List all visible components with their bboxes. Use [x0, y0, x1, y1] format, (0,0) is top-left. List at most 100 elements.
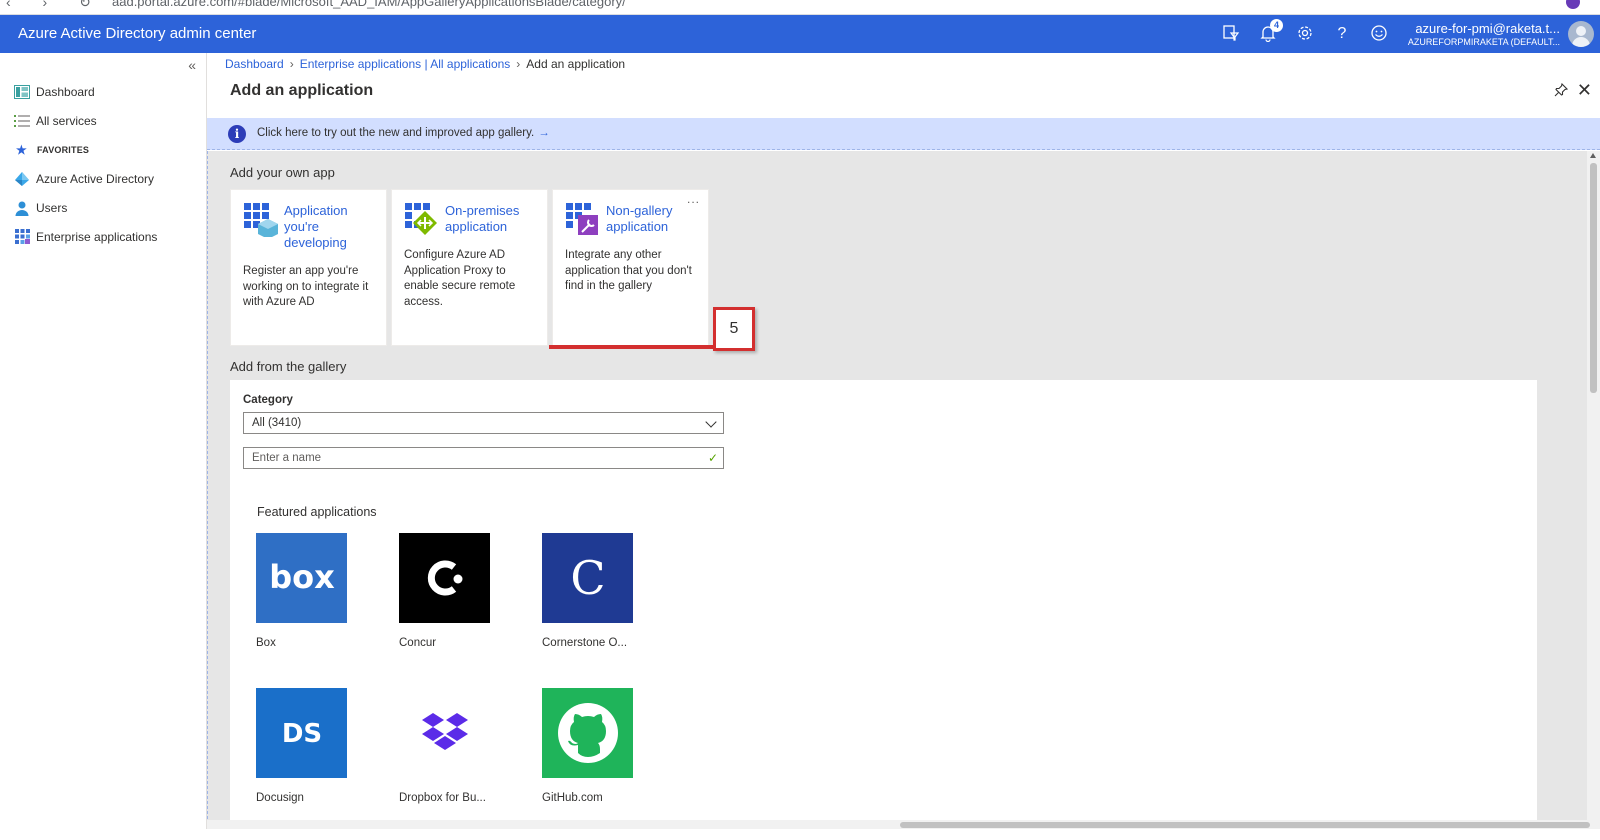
card-application-developing[interactable]: Application you're developing Register a…	[230, 189, 387, 346]
scrollbar-thumb[interactable]	[1590, 163, 1597, 393]
info-banner-text[interactable]: Click here to try out the new and improv…	[257, 127, 550, 139]
arrow-right-icon: →	[538, 127, 550, 139]
svg-text:C: C	[570, 551, 605, 605]
app-name: Cornerstone O...	[542, 637, 628, 649]
own-app-heading: Add your own app	[230, 165, 335, 180]
app-name: GitHub.com	[542, 792, 603, 804]
info-banner-link[interactable]: Click here to try out the new and improv…	[257, 127, 534, 139]
chevron-right-icon: ›	[516, 57, 521, 71]
card-non-gallery-application[interactable]: ... Non-gallery application Integrate an…	[552, 189, 709, 346]
app-registration-icon	[244, 203, 278, 239]
account-info[interactable]: azure-for-pmi@raketa.t... AZUREFORPMIRAK…	[1408, 21, 1560, 47]
scroll-up-icon[interactable]	[1590, 153, 1596, 158]
svg-text:DS: DS	[281, 719, 321, 749]
docusign-logo-icon: DS	[256, 688, 347, 778]
star-icon: ★	[16, 142, 27, 157]
sidebar-item-enterprise-applications[interactable]: Enterprise applications	[0, 222, 206, 251]
card-description: Integrate any other application that you…	[565, 249, 692, 292]
help-icon[interactable]: ?	[1332, 24, 1352, 44]
highlight-underline	[549, 345, 714, 349]
content-area: Add your own app Application you're deve…	[207, 151, 1600, 840]
app-tile-github[interactable]: GitHub.com	[542, 688, 637, 804]
chevron-right-icon: ›	[289, 57, 294, 71]
step-callout: 5	[713, 307, 755, 351]
page-title: Add an application	[230, 82, 374, 99]
browser-extensions	[1544, 0, 1580, 9]
non-gallery-app-icon	[566, 203, 598, 235]
cornerstone-logo-icon: C	[542, 533, 633, 623]
info-banner[interactable]: i Click here to try out the new and impr…	[207, 118, 1600, 150]
dropbox-logo-icon	[399, 688, 490, 778]
account-email: azure-for-pmi@raketa.t...	[1415, 21, 1560, 36]
gallery-panel: Category All (3410) Enter a name ✓ Featu…	[230, 380, 1537, 840]
address-bar[interactable]: aad.portal.azure.com/#blade/Microsoft_AA…	[112, 0, 626, 9]
app-tile-dropbox[interactable]: Dropbox for Bu...	[399, 688, 494, 804]
sidebar-item-label: Dashboard	[36, 84, 95, 99]
aad-icon	[14, 171, 30, 187]
pin-icon[interactable]	[1554, 82, 1569, 100]
app-tile-box[interactable]: box Box	[256, 533, 351, 649]
card-title[interactable]: On-premises application	[445, 203, 540, 235]
sidebar-item-label: Enterprise applications	[36, 229, 158, 244]
list-icon	[14, 113, 30, 129]
app-name: Box	[256, 637, 276, 649]
sidebar-item-label: Users	[36, 200, 68, 215]
settings-gear-icon[interactable]	[1295, 24, 1315, 44]
app-name: Docusign	[256, 792, 304, 804]
svg-text:box: box	[269, 558, 335, 596]
directory-filter-icon[interactable]	[1221, 24, 1241, 44]
close-icon[interactable]: ✕	[1577, 80, 1592, 101]
app-tile-concur[interactable]: Concur	[399, 533, 494, 649]
search-placeholder: Enter a name	[252, 452, 322, 464]
favorites-header: ★ FAVORITES	[0, 135, 206, 164]
gallery-heading: Add from the gallery	[230, 359, 347, 374]
browser-url-bar: ‹ › ↻ aad.portal.azure.com/#blade/Micros…	[0, 0, 1600, 15]
sidebar-item-label: All services	[36, 113, 97, 128]
category-selected-value: All (3410)	[252, 417, 302, 429]
notification-count-badge: 4	[1270, 19, 1283, 32]
concur-logo-icon	[399, 533, 490, 623]
dashboard-icon	[14, 84, 30, 100]
card-title[interactable]: Non-gallery application	[606, 203, 701, 235]
user-icon	[14, 200, 30, 216]
app-proxy-icon	[405, 203, 437, 235]
notifications-icon[interactable]: 4	[1258, 19, 1283, 44]
chevron-down-icon	[705, 416, 717, 428]
portal-header: Azure Active Directory admin center 4 ? …	[0, 15, 1600, 53]
collapse-sidebar-icon[interactable]: «	[188, 57, 196, 73]
avatar[interactable]	[1568, 21, 1594, 47]
sidebar-nav: Dashboard All services ★ FAVORITES Azure…	[0, 77, 206, 251]
sidebar-item-users[interactable]: Users	[0, 193, 206, 222]
sidebar-item-label: Azure Active Directory	[36, 171, 155, 186]
app-name: Concur	[399, 637, 437, 649]
apps-grid-icon	[14, 229, 30, 245]
account-tenant: AZUREFORPMIRAKETA (DEFAULT...	[1407, 37, 1560, 47]
category-dropdown[interactable]: All (3410)	[243, 412, 724, 434]
main-blade: Dashboard › Enterprise applications | All …	[207, 53, 1600, 840]
sidebar-item-all-services[interactable]: All services	[0, 106, 206, 135]
app-tile-cornerstone[interactable]: C Cornerstone O...	[542, 533, 637, 649]
sidebar-item-azure-active-directory[interactable]: Azure Active Directory	[0, 164, 206, 193]
portal-title[interactable]: Azure Active Directory admin center	[18, 25, 256, 42]
card-description: Configure Azure AD Application Proxy to …	[404, 249, 516, 308]
breadcrumb-current: Add an application	[526, 57, 626, 71]
featured-heading: Featured applications	[257, 505, 377, 519]
checkmark-icon: ✓	[707, 451, 718, 465]
breadcrumb: Dashboard › Enterprise applications | All …	[225, 57, 625, 71]
browser-nav-icons[interactable]: ‹ › ↻	[6, 0, 105, 11]
profile-icon[interactable]	[1566, 0, 1580, 9]
box-logo-icon: box	[256, 533, 347, 623]
breadcrumb-enterprise-applications[interactable]: Enterprise applications | All applicatio…	[300, 57, 511, 71]
app-name-search-input[interactable]: Enter a name ✓	[243, 447, 724, 469]
card-title[interactable]: Application you're developing	[284, 203, 379, 251]
category-label: Category	[243, 394, 293, 406]
sidebar-item-dashboard[interactable]: Dashboard	[0, 77, 206, 106]
scrollbar-thumb[interactable]	[900, 822, 1590, 828]
feedback-smiley-icon[interactable]	[1369, 24, 1389, 44]
card-on-premises-application[interactable]: On-premises application Configure Azure …	[391, 189, 548, 346]
vertical-scrollbar[interactable]	[1587, 151, 1600, 829]
breadcrumb-dashboard[interactable]: Dashboard	[225, 57, 284, 71]
horizontal-scrollbar[interactable]	[207, 820, 1590, 829]
app-tile-docusign[interactable]: DS Docusign	[256, 688, 351, 804]
app-name: Dropbox for Bu...	[399, 792, 486, 804]
